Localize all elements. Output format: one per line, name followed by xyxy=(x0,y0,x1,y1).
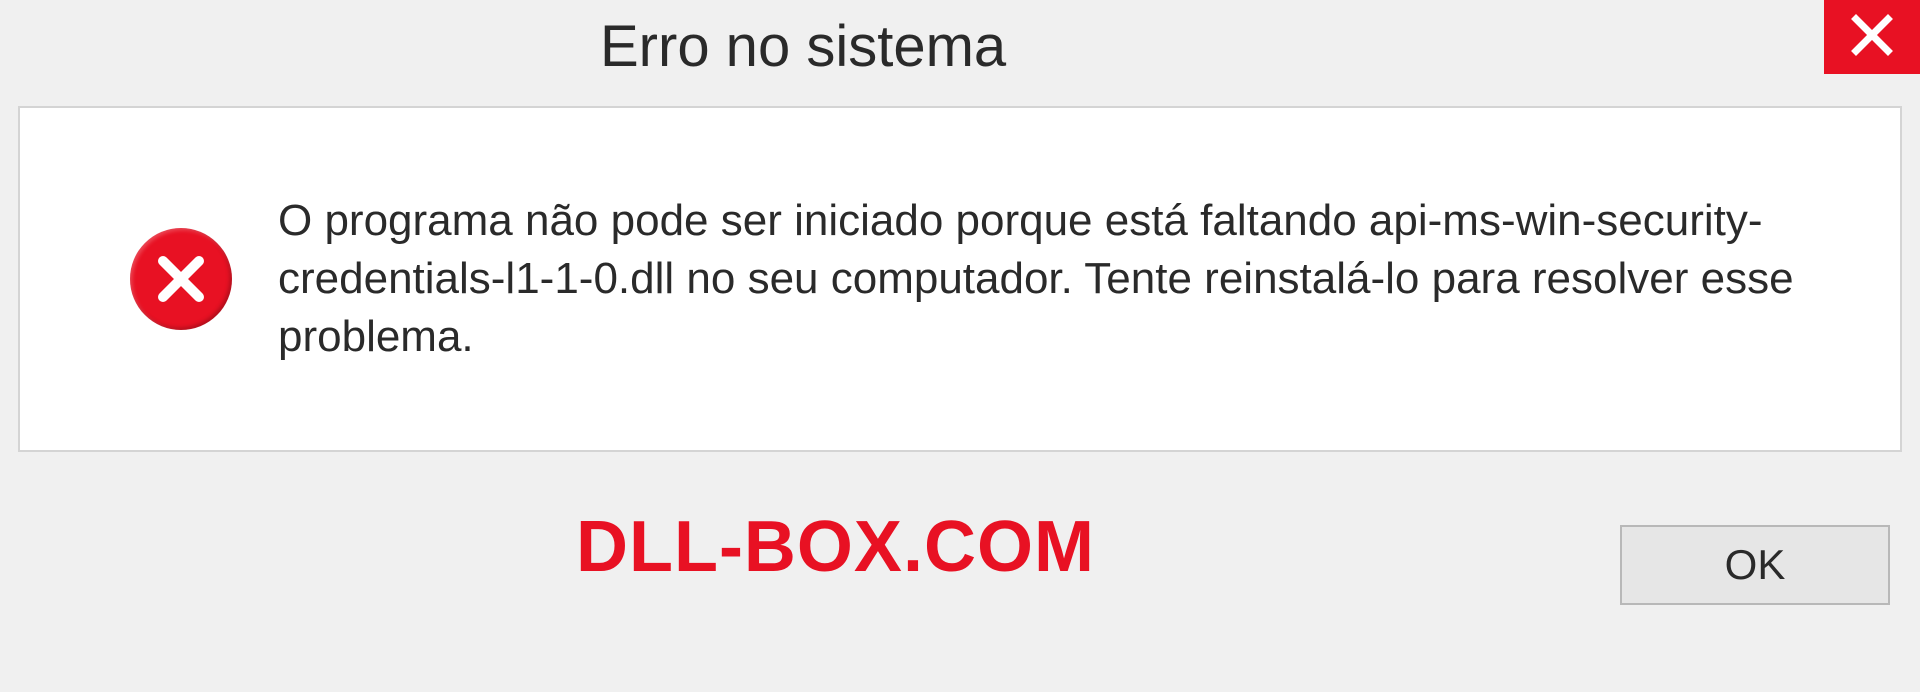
ok-button[interactable]: OK xyxy=(1620,525,1890,605)
watermark-text: DLL-BOX.COM xyxy=(576,506,1095,588)
close-button[interactable] xyxy=(1824,0,1920,74)
error-message: O programa não pode ser iniciado porque … xyxy=(278,192,1840,366)
titlebar: Erro no sistema xyxy=(0,0,1920,92)
close-icon xyxy=(1850,13,1894,62)
footer: DLL-BOX.COM OK xyxy=(0,500,1890,630)
dialog-title: Erro no sistema xyxy=(600,13,1006,80)
content-panel: O programa não pode ser iniciado porque … xyxy=(18,106,1902,452)
error-icon xyxy=(130,228,232,330)
